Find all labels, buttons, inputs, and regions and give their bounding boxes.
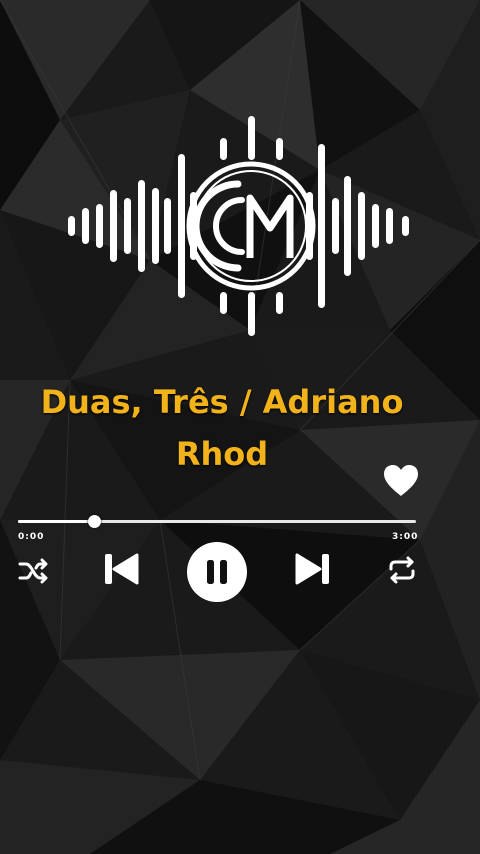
total-time: 3:00 bbox=[392, 532, 419, 542]
seek-handle[interactable] bbox=[88, 515, 101, 528]
elapsed-time: 0:00 bbox=[18, 532, 45, 542]
heart-icon[interactable] bbox=[382, 464, 420, 498]
song-title-line-1: Duas, Três / Adriano bbox=[40, 383, 404, 421]
skip-next-icon[interactable] bbox=[294, 550, 332, 588]
pause-icon[interactable] bbox=[186, 541, 248, 603]
shuffle-icon[interactable] bbox=[18, 556, 50, 586]
seek-fill bbox=[18, 520, 94, 523]
song-title-line-2: Rhod bbox=[175, 435, 269, 473]
seek-bar[interactable] bbox=[18, 513, 416, 529]
repeat-icon[interactable] bbox=[386, 554, 418, 586]
skip-previous-icon[interactable] bbox=[102, 550, 140, 588]
music-player-screen: Duas, Três / Adriano Rhod 0:00 3:00 bbox=[0, 0, 480, 854]
cm-waveform-logo-icon bbox=[68, 116, 409, 336]
